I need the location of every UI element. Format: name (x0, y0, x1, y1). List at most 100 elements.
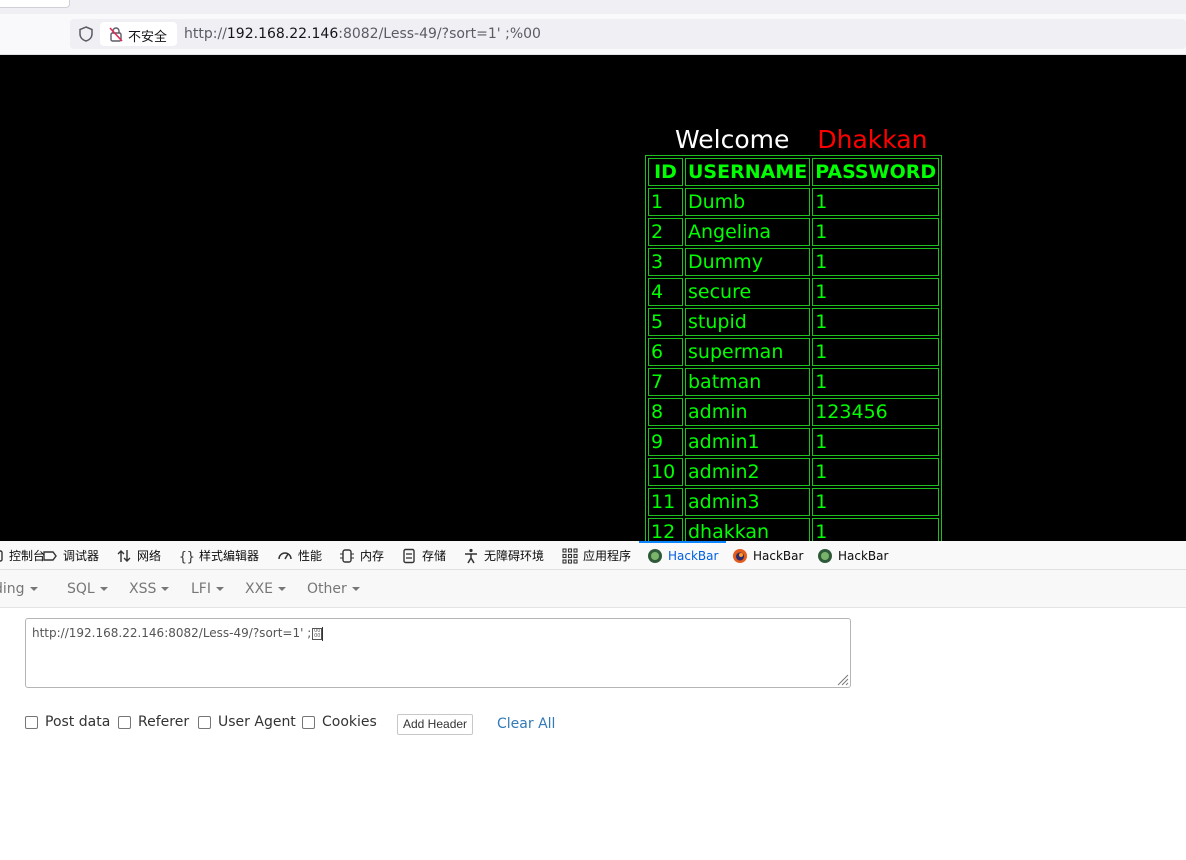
table-row: 6 superman 1 (648, 338, 940, 366)
cell-username: admin2 (685, 458, 811, 486)
application-icon (562, 547, 578, 564)
cell-password: 1 (812, 368, 940, 396)
table-row: 1 Dumb 1 (648, 188, 940, 216)
cookies-option[interactable]: Cookies (302, 714, 377, 730)
welcome-text: Welcome (675, 125, 790, 154)
hackbar-menu-sql[interactable]: SQL (67, 581, 108, 597)
hackbar-firefox-icon (733, 548, 747, 563)
hackbar-menu-other[interactable]: Other (307, 581, 360, 597)
cell-id: 5 (648, 308, 683, 336)
post-data-option[interactable]: Post data (25, 714, 110, 730)
cell-username: secure (685, 278, 811, 306)
add-header-button[interactable]: Add Header (397, 714, 474, 735)
devtools-tab-无障碍环境[interactable]: 无障碍环境 (463, 541, 544, 570)
style-editor-icon: {} (179, 550, 194, 564)
devtools-tabbar: 控制台 调试器 网络 {} 样式编辑器 性能 内存 存储 无障碍环境 应用程序 HackBar Hac… (0, 541, 1186, 570)
devtools-tab-label: 控制台 (9, 549, 46, 563)
table-row: 5 stupid 1 (648, 308, 940, 336)
header-password: PASSWORD (812, 158, 940, 186)
resize-handle-icon[interactable] (835, 672, 849, 686)
cell-id: 7 (648, 368, 683, 396)
tab-strip (0, 0, 1186, 14)
table-header-row: ID USERNAME PASSWORD (648, 158, 940, 186)
devtools-tab-label: HackBar (753, 548, 804, 563)
devtools-tab-hackbar[interactable]: HackBar (817, 541, 888, 570)
insecure-lock-icon (109, 27, 123, 42)
welcome-heading: Welcome Dhakkan (675, 125, 927, 154)
hackbar-menu-encoding[interactable]: Encoding (0, 581, 38, 597)
hackbar-menu: Encoding SQL XSS LFI XXE Other (0, 570, 1186, 608)
table-row: 2 Angelina 1 (648, 218, 940, 246)
devtools-tab-内存[interactable]: 内存 (339, 541, 384, 570)
address-bar[interactable]: 不安全 http://192.168.22.146:8082/Less-49/?… (70, 19, 1186, 49)
referer-checkbox[interactable] (118, 715, 131, 729)
devtools-tab-网络[interactable]: 网络 (116, 541, 161, 570)
devtools-tab-控制台[interactable]: 控制台 (0, 541, 45, 570)
devtools-tab-label: HackBar (668, 548, 719, 563)
devtools-tab-性能[interactable]: 性能 (277, 541, 322, 570)
security-indicator[interactable]: 不安全 (100, 22, 177, 46)
cell-password: 123456 (812, 398, 940, 426)
memory-icon (340, 548, 354, 563)
cell-id: 3 (648, 248, 683, 276)
user-agent-checkbox[interactable] (198, 715, 211, 729)
cell-password: 1 (812, 518, 940, 541)
devtools-tab-label: 性能 (298, 549, 323, 563)
cell-username: batman (685, 368, 811, 396)
cookies-label: Cookies (322, 714, 377, 730)
table-row: 10 admin2 1 (648, 458, 940, 486)
devtools-tab-label: 无障碍环境 (484, 549, 545, 563)
cell-username: Dummy (685, 248, 811, 276)
cell-password: 1 (812, 458, 940, 486)
hackbar-menu-lfi[interactable]: LFI (191, 581, 224, 597)
cell-username: Dumb (685, 188, 811, 216)
cookies-checkbox[interactable] (302, 715, 315, 729)
cell-id: 4 (648, 278, 683, 306)
caret-down-icon (29, 587, 38, 591)
user-agent-option[interactable]: User Agent (198, 714, 296, 730)
devtools-tab-hackbar[interactable]: HackBar (732, 541, 803, 570)
insecure-label: 不安全 (128, 30, 168, 45)
table-row: 9 admin1 1 (648, 428, 940, 456)
url-prefix: http:// (184, 26, 227, 42)
caret-down-icon (351, 587, 360, 591)
users-table: ID USERNAME PASSWORD 1 Dumb 1 2 Angelina 1 3 Du… (645, 155, 943, 541)
cell-username: admin (685, 398, 811, 426)
clear-all-link[interactable]: Clear All (497, 716, 555, 732)
hackbar-menu-label: Other (307, 581, 347, 597)
table-row: 4 secure 1 (648, 278, 940, 306)
hackbar-menu-xss[interactable]: XSS (129, 581, 170, 597)
cell-id: 8 (648, 398, 683, 426)
network-icon (117, 549, 131, 562)
shield-icon[interactable] (77, 25, 95, 43)
text-cursor (322, 626, 324, 641)
caret-down-icon (278, 587, 287, 591)
hackbar-menu-label: XSS (129, 581, 157, 597)
devtools-tab-样式编辑器[interactable]: {} 样式编辑器 (178, 541, 259, 570)
header-id: ID (648, 158, 683, 186)
hackbar-menu-xxe[interactable]: XXE (245, 581, 287, 597)
post-data-checkbox[interactable] (25, 715, 38, 729)
cell-password: 1 (812, 428, 940, 456)
devtools-tab-label: 样式编辑器 (199, 549, 260, 563)
hackbar-url-input[interactable]: http://192.168.22.146:8082/Less-49/?sort… (25, 618, 851, 688)
devtools-tab-hackbar[interactable]: HackBar (638, 541, 727, 570)
hackbar-icon (818, 548, 832, 563)
devtools-tab-调试器[interactable]: 调试器 (42, 541, 99, 570)
browser-tab[interactable] (0, 0, 70, 8)
welcome-name: Dhakkan (817, 125, 928, 154)
hackbar-icon (648, 548, 662, 563)
referer-option[interactable]: Referer (118, 714, 189, 730)
referer-label: Referer (138, 714, 190, 730)
devtools-tab-存储[interactable]: 存储 (401, 541, 446, 570)
url-host: 192.168.22.146 (226, 26, 339, 42)
user-agent-label: User Agent (218, 714, 296, 730)
cell-password: 1 (812, 218, 940, 246)
cell-id: 2 (648, 218, 683, 246)
url-text[interactable]: http://192.168.22.146:8082/Less-49/?sort… (184, 26, 541, 42)
devtools-tab-应用程序[interactable]: 应用程序 (562, 541, 631, 570)
caret-down-icon (99, 587, 108, 591)
devtools-tab-label: HackBar (838, 548, 889, 563)
debugger-icon (43, 550, 57, 561)
devtools-tab-label: 内存 (360, 549, 385, 563)
